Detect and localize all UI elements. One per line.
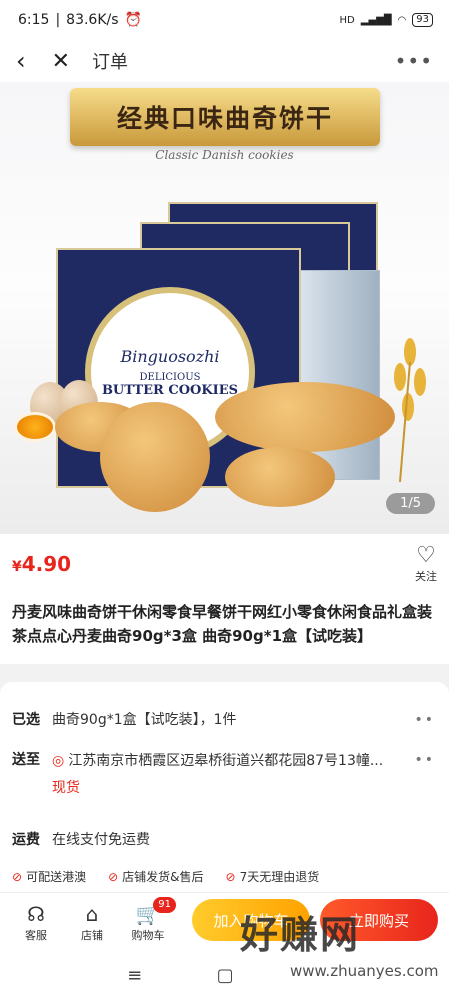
tin-line2: BUTTER COOKIES <box>101 382 239 398</box>
price-value: 4.90 <box>21 552 72 576</box>
home-icon[interactable]: ▢ <box>217 965 234 986</box>
close-icon[interactable]: ✕ <box>52 49 70 74</box>
tin-line1: DELICIOUS <box>139 371 201 383</box>
guarantee-item: ⊘ 可配送港澳 <box>12 870 87 884</box>
guarantee-list[interactable]: ⊘ 可配送港澳 ⊘ 店铺发货&售后 ⊘ 7天无理由退货 <box>12 868 437 885</box>
more-icon[interactable]: ••• <box>395 49 433 73</box>
page-title: 订单 <box>92 52 129 73</box>
info-card: 已选 曲奇90g*1盒【试吃装】，1件 •• 送至 ◎ 江苏南京市栖霞区迈皋桥街道… <box>0 682 449 892</box>
menu-icon[interactable]: ≡ <box>127 965 142 986</box>
check-icon: ⊘ <box>108 870 119 884</box>
ship-to-row[interactable]: 送至 ◎ 江苏南京市栖霞区迈皋桥街道兴都花园87号13幢... 现货 •• <box>12 750 437 797</box>
selected-value: 曲奇90g*1盒【试吃装】，1件 <box>52 712 237 728</box>
follow-button[interactable]: ♡ 关注 <box>415 544 437 584</box>
check-icon: ⊘ <box>12 870 23 884</box>
follow-label: 关注 <box>415 570 437 583</box>
store-icon: ⌂ <box>85 901 99 926</box>
cookie <box>100 402 210 512</box>
headset-icon: ☊ <box>27 901 45 926</box>
service-label: 客服 <box>25 928 47 942</box>
service-button[interactable]: ☊ 客服 <box>8 901 64 943</box>
shipping-value: 在线支付免运费 <box>52 832 150 848</box>
cart-button[interactable]: 🛒 91 购物车 <box>120 896 176 943</box>
heart-icon: ♡ <box>416 543 436 568</box>
location-icon: ◎ <box>52 753 65 769</box>
watermark-url: www.zhuanyes.com <box>290 962 439 980</box>
alarm-icon: ⏰ <box>124 12 142 28</box>
status-bar: 6:15 | 83.6K/s ⏰ HD ▂▄▆█ ◠ 93 <box>0 0 449 40</box>
status-speed: 83.6K/s <box>66 12 119 28</box>
signal-icon: ▂▄▆█ <box>360 14 392 26</box>
guarantee-item: ⊘ 店铺发货&售后 <box>108 870 204 884</box>
selected-row[interactable]: 已选 曲奇90g*1盒【试吃装】，1件 •• <box>12 710 437 730</box>
price-symbol: ¥ <box>12 559 22 575</box>
more-dots-icon: •• <box>414 752 435 768</box>
shipping-row: 运费 在线支付免运费 <box>12 830 437 850</box>
selected-label: 已选 <box>12 712 40 728</box>
check-icon: ⊘ <box>225 870 236 884</box>
cart-label: 购物车 <box>131 928 165 942</box>
back-icon[interactable]: ‹ <box>16 47 26 75</box>
product-image-carousel[interactable]: 经典口味曲奇饼干 Classic Danish cookies Binguoso… <box>0 82 449 534</box>
ship-to-label: 送至 <box>12 752 40 768</box>
product-title: 丹麦风味曲奇饼干休闲零食早餐饼干网红小零食休闲食品礼盒装茶点点心丹麦曲奇90g*… <box>12 603 433 645</box>
tin-brand: Binguosozhi <box>120 346 220 366</box>
network-label: HD <box>339 14 355 26</box>
status-time: 6:15 <box>18 12 50 28</box>
nav-bar: ‹ ✕ 订单 ••• <box>0 40 449 82</box>
wifi-icon: ◠ <box>397 14 407 26</box>
cookie <box>225 447 335 507</box>
watermark-logo: 好赚网 <box>240 913 361 957</box>
price-card: ¥4.90 ♡ 关注 丹麦风味曲奇饼干休闲零食早餐饼干网红小零食休闲食品礼盒装茶… <box>0 534 449 664</box>
guarantee-item: ⊘ 7天无理由退货 <box>225 870 320 884</box>
price: ¥4.90 <box>12 552 71 576</box>
shipping-label: 运费 <box>12 832 40 848</box>
store-label: 店铺 <box>81 928 103 942</box>
banner-subtitle: Classic Danish cookies <box>155 148 294 162</box>
store-button[interactable]: ⌂ 店铺 <box>64 901 120 943</box>
egg-yolk <box>14 412 56 442</box>
battery-indicator: 93 <box>412 13 433 27</box>
page-indicator: 1/5 <box>386 493 435 514</box>
cart-count-badge: 91 <box>153 896 176 913</box>
more-dots-icon: •• <box>414 712 435 728</box>
address: 江苏南京市栖霞区迈皋桥街道兴都花园87号13幢... <box>68 753 384 769</box>
stock-status: 现货 <box>52 780 80 796</box>
bottom-action-bar: ☊ 客服 ⌂ 店铺 🛒 91 购物车 加入购物车 立即购买 <box>0 892 449 950</box>
banner-ribbon: 经典口味曲奇饼干 <box>70 88 380 146</box>
cookie <box>215 382 395 452</box>
